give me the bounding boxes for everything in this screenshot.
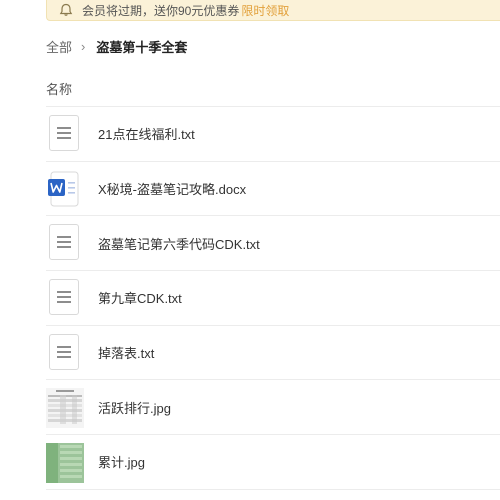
bell-icon bbox=[59, 3, 73, 16]
image-thumbnail bbox=[46, 388, 84, 429]
image-thumbnail bbox=[46, 442, 84, 483]
column-header-name[interactable]: 名称 bbox=[46, 82, 72, 97]
breadcrumb: 全部 › 盗墓第十季全套 bbox=[46, 36, 187, 56]
txt-file-icon bbox=[46, 333, 82, 372]
file-row[interactable]: 盗墓笔记第六季代码CDK.txt bbox=[46, 216, 500, 272]
file-name: 活跃排行.jpg bbox=[98, 400, 171, 416]
list-header: 名称 bbox=[46, 79, 500, 107]
file-name: 掉落表.txt bbox=[98, 346, 155, 362]
breadcrumb-current-folder: 盗墓第十季全套 bbox=[96, 39, 188, 55]
file-name: 21点在线福利.txt bbox=[98, 127, 195, 143]
file-list: 21点在线福利.txt X秘境-盗墓笔记攻略.docx 盗墓笔记第六季代码CDK… bbox=[46, 107, 500, 490]
file-row[interactable]: 掉落表.txt bbox=[46, 326, 500, 381]
txt-file-icon bbox=[46, 278, 82, 317]
file-name: 第九章CDK.txt bbox=[98, 291, 182, 307]
file-row[interactable]: X秘境-盗墓笔记攻略.docx bbox=[46, 162, 500, 217]
file-name: 盗墓笔记第六季代码CDK.txt bbox=[98, 236, 260, 252]
file-row[interactable]: 活跃排行.jpg bbox=[46, 380, 500, 436]
file-name: X秘境-盗墓笔记攻略.docx bbox=[98, 182, 247, 198]
word-doc-icon bbox=[46, 170, 82, 208]
chevron-right-icon: › bbox=[81, 38, 86, 54]
file-row[interactable]: 21点在线福利.txt bbox=[46, 107, 500, 162]
file-row[interactable]: 第九章CDK.txt bbox=[46, 271, 500, 326]
banner-text: 会员将过期，送你90元优惠券 bbox=[82, 3, 240, 18]
breadcrumb-root[interactable]: 全部 bbox=[46, 37, 72, 56]
file-browser: 会员将过期，送你90元优惠券 限时领取 全部 › 盗墓第十季全套 名称 21点在… bbox=[0, 0, 500, 500]
txt-file-icon bbox=[46, 224, 82, 262]
claim-coupon-link[interactable]: 限时领取 bbox=[241, 2, 289, 19]
file-name: 累计.jpg bbox=[98, 455, 145, 471]
membership-banner: 会员将过期，送你90元优惠券 限时领取 bbox=[46, 0, 500, 21]
file-row[interactable]: 累计.jpg bbox=[46, 435, 500, 490]
txt-file-icon bbox=[46, 114, 82, 153]
